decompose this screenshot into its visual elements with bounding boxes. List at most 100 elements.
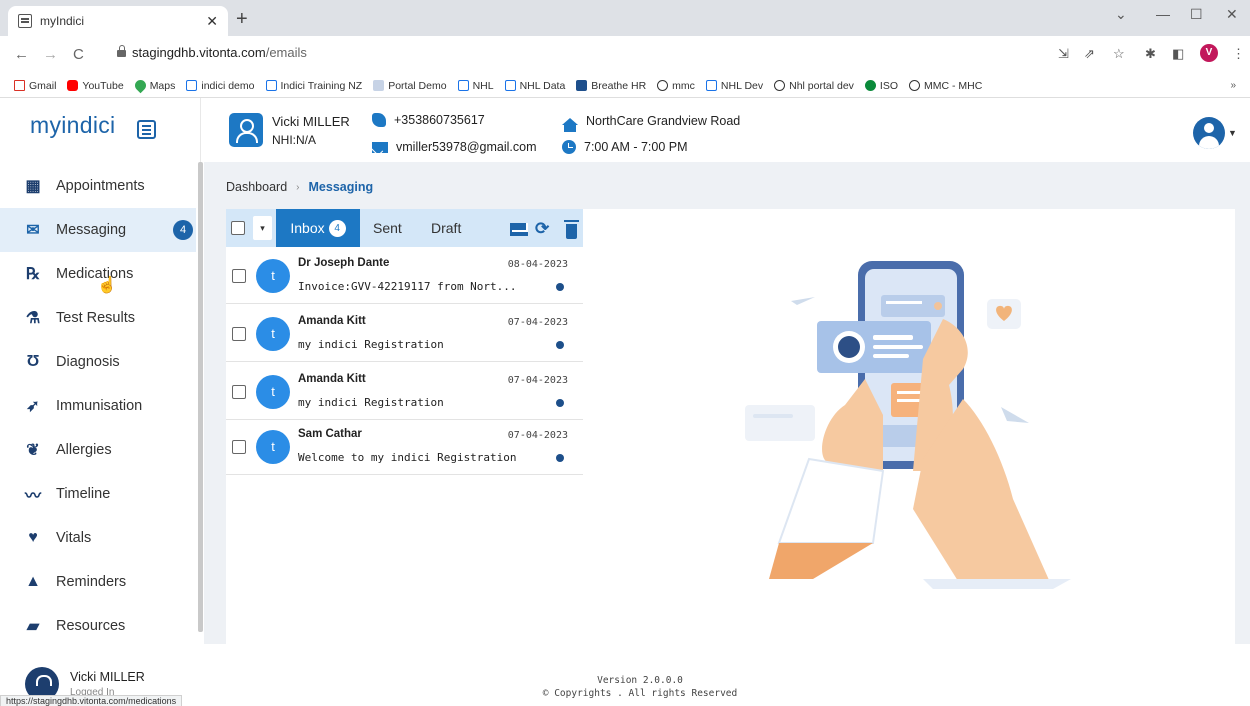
install-app-icon[interactable]: ⇲ bbox=[1058, 46, 1069, 62]
back-icon[interactable]: ← bbox=[14, 46, 29, 63]
tab-sent[interactable]: Sent bbox=[373, 220, 402, 236]
unread-dot-icon bbox=[556, 283, 564, 291]
bookmark-indici-demo[interactable]: indici demo bbox=[186, 80, 255, 92]
browser-profile-avatar[interactable]: V bbox=[1200, 44, 1218, 62]
breadcrumb-home[interactable]: Dashboard bbox=[226, 180, 287, 195]
side-panel-icon[interactable]: ◧ bbox=[1172, 46, 1184, 62]
document-icon bbox=[457, 80, 469, 91]
message-checkbox[interactable] bbox=[232, 385, 246, 399]
patient-name: Vicki MILLER bbox=[272, 114, 350, 129]
bookmark-breathe-hr[interactable]: Breathe HR bbox=[576, 80, 646, 92]
bookmark-nhl-data[interactable]: NHL Data bbox=[504, 79, 566, 92]
message-sender: Amanda Kitt bbox=[298, 315, 366, 327]
window-close-icon[interactable]: ✕ bbox=[1226, 6, 1238, 23]
new-tab-icon[interactable]: + bbox=[236, 8, 248, 31]
sender-avatar: t bbox=[256, 430, 290, 464]
sidebar-item-label: Medications bbox=[56, 266, 134, 282]
bookmark-indici-training[interactable]: Indici Training NZ bbox=[265, 79, 363, 92]
timeline-icon: 〰 bbox=[24, 488, 41, 505]
bookmark-nhl-portal-dev[interactable]: Nhl portal dev bbox=[774, 80, 854, 92]
bookmark-iso[interactable]: ISO bbox=[864, 80, 898, 92]
sidebar-item-messaging[interactable]: ✉ Messaging 4 bbox=[0, 208, 196, 252]
message-checkbox[interactable] bbox=[232, 269, 246, 283]
bookmark-mmc[interactable]: mmc bbox=[657, 80, 695, 92]
messaging-count-badge: 4 bbox=[173, 220, 193, 240]
tab-search-icon[interactable]: ⌄ bbox=[1115, 6, 1127, 23]
message-checkbox[interactable] bbox=[232, 327, 246, 341]
app-version: Version 2.0.0.0 bbox=[597, 675, 683, 686]
message-sender: Dr Joseph Dante bbox=[298, 257, 390, 269]
message-checkbox[interactable] bbox=[232, 440, 246, 454]
tab-draft[interactable]: Draft bbox=[431, 220, 461, 236]
sidebar-item-resources[interactable]: ▰ Resources bbox=[0, 604, 196, 648]
bookmark-mmc-mhc[interactable]: MMC - MHC bbox=[909, 80, 982, 92]
browser-menu-icon[interactable]: ⋮ bbox=[1232, 46, 1245, 62]
message-subject: Welcome to my indici Registration bbox=[298, 451, 517, 464]
reload-icon[interactable]: C bbox=[73, 46, 84, 63]
sidebar-item-timeline[interactable]: 〰 Timeline bbox=[0, 472, 196, 516]
user-avatar-icon[interactable] bbox=[1193, 117, 1225, 149]
message-row[interactable]: t Dr Joseph Dante Invoice:GVV-42219117 f… bbox=[226, 247, 583, 304]
bookmark-label: MMC - MHC bbox=[924, 79, 983, 92]
bookmark-youtube[interactable]: YouTube bbox=[67, 79, 124, 92]
flask-icon: ⚗ bbox=[25, 310, 41, 327]
more-bookmarks-icon[interactable]: » bbox=[1230, 80, 1236, 91]
sidebar-item-vitals[interactable]: ♥ Vitals bbox=[0, 516, 196, 560]
folder-icon: ▰ bbox=[26, 618, 40, 635]
bookmark-label: NHL Data bbox=[519, 79, 566, 92]
browser-tab[interactable]: myIndici ✕ bbox=[8, 6, 228, 36]
sidebar-scrollbar[interactable] bbox=[198, 162, 203, 632]
sidebar-item-appointments[interactable]: ▦ Appointments bbox=[0, 164, 196, 208]
maximize-icon[interactable]: ☐ bbox=[1190, 6, 1203, 23]
bookmark-label: Breathe HR bbox=[591, 79, 647, 92]
app-logo[interactable]: myindici bbox=[30, 112, 115, 139]
message-subject: my indici Registration bbox=[298, 338, 444, 351]
bookmark-label: Portal Demo bbox=[388, 79, 447, 92]
home-icon bbox=[562, 117, 578, 132]
forward-icon[interactable]: → bbox=[43, 46, 58, 63]
compose-envelope-icon[interactable] bbox=[510, 223, 528, 236]
practice-text: NorthCare Grandview Road bbox=[586, 114, 741, 128]
select-all-checkbox[interactable] bbox=[231, 221, 245, 235]
sidebar-item-test-results[interactable]: ⚗ Test Results bbox=[0, 296, 196, 340]
trash-icon[interactable] bbox=[564, 220, 579, 239]
bookmark-portal-demo[interactable]: Portal Demo bbox=[373, 79, 447, 92]
message-subject: Invoice:GVV-42219117 from Nort... bbox=[298, 280, 517, 293]
sidebar-item-immunisation[interactable]: ➶ Immunisation bbox=[0, 384, 196, 428]
document-icon bbox=[705, 80, 717, 91]
sidebar-item-allergies[interactable]: ❦ Allergies bbox=[0, 428, 196, 472]
caret-down-icon[interactable]: ▼ bbox=[1228, 128, 1237, 138]
iso-icon bbox=[864, 80, 876, 91]
url-field[interactable]: stagingdhb.vitonta.com/emails bbox=[132, 45, 307, 60]
share-icon[interactable]: ⇗ bbox=[1084, 46, 1095, 62]
minimize-icon[interactable]: — bbox=[1156, 6, 1170, 22]
bookmark-label: mmc bbox=[672, 79, 695, 92]
message-row[interactable]: t Amanda Kitt my indici Registration 07-… bbox=[226, 305, 583, 362]
refresh-icon[interactable]: ⟳ bbox=[535, 219, 549, 239]
sidebar-item-label: Resources bbox=[56, 618, 126, 634]
message-date: 08-04-2023 bbox=[507, 259, 568, 270]
tab-inbox[interactable]: Inbox 4 bbox=[276, 209, 360, 247]
close-tab-icon[interactable]: ✕ bbox=[206, 13, 218, 30]
select-dropdown-button[interactable]: ▾ bbox=[253, 216, 272, 240]
sidebar-item-reminders[interactable]: ▲ Reminders bbox=[0, 560, 196, 604]
bookmark-nhl[interactable]: NHL bbox=[457, 80, 494, 92]
extensions-icon[interactable]: ✱ bbox=[1145, 46, 1156, 62]
messaging-illustration bbox=[745, 261, 1071, 589]
breadcrumb-current: Messaging bbox=[308, 180, 374, 194]
sender-avatar: t bbox=[256, 259, 290, 293]
heartbeat-icon: ♥ bbox=[28, 529, 38, 546]
copyright-text: © Copyrights . All rights Reserved bbox=[542, 688, 738, 699]
url-path: /emails bbox=[265, 45, 307, 60]
message-row[interactable]: t Amanda Kitt my indici Registration 07-… bbox=[226, 363, 583, 420]
bookmark-label: YouTube bbox=[82, 79, 124, 92]
bookmark-label: Indici Training NZ bbox=[280, 79, 363, 92]
bookmark-maps[interactable]: Maps bbox=[132, 77, 175, 94]
bookmark-nhl-dev[interactable]: NHL Dev bbox=[705, 79, 764, 92]
sidebar-item-diagnosis[interactable]: Ʊ Diagnosis bbox=[0, 340, 196, 384]
bookmark-label: NHL Dev bbox=[720, 79, 764, 92]
url-host: stagingdhb.vitonta.com bbox=[132, 45, 266, 60]
message-row[interactable]: t Sam Cathar Welcome to my indici Regist… bbox=[226, 418, 583, 475]
bookmark-gmail[interactable]: Gmail bbox=[14, 80, 56, 92]
bookmark-star-icon[interactable]: ☆ bbox=[1113, 46, 1125, 62]
